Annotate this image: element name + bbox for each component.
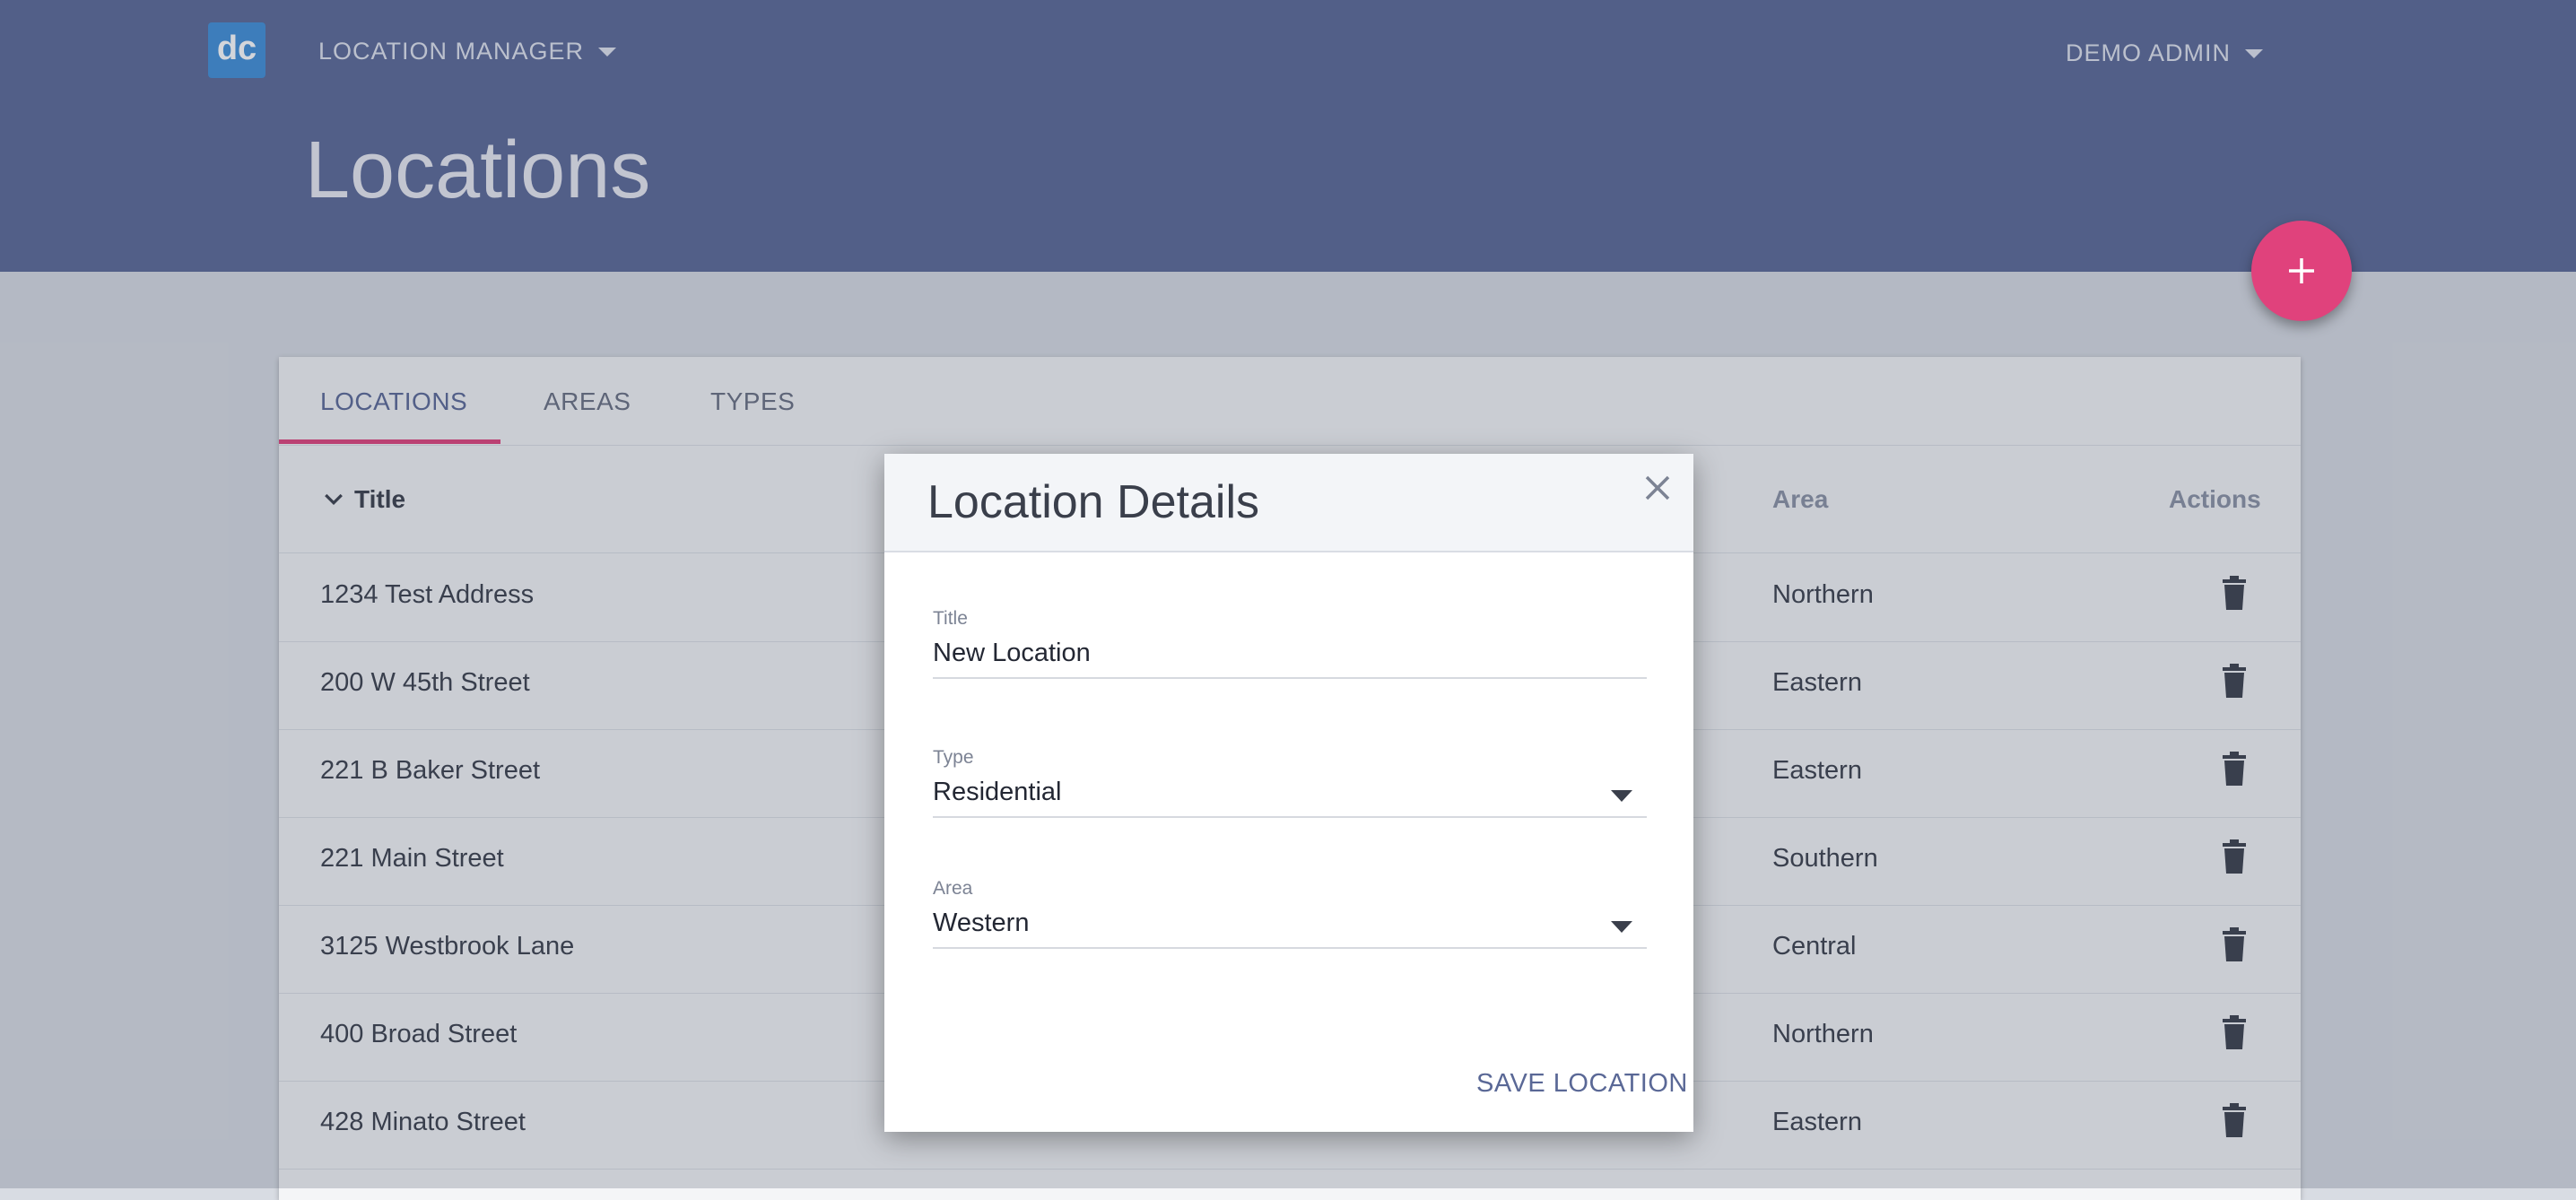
area-field-label: Area [933, 878, 973, 899]
dropdown-arrow-icon [1611, 790, 1632, 802]
dialog-header: Location Details [884, 454, 1693, 552]
title-input[interactable]: New Location [933, 639, 1647, 679]
type-select[interactable]: Residential [933, 778, 1647, 818]
area-field[interactable]: Area Western [933, 878, 1647, 949]
title-field-label: Title [933, 608, 968, 629]
dropdown-arrow-icon [1611, 921, 1632, 933]
type-field[interactable]: Type Residential [933, 747, 1647, 818]
location-details-dialog: Location Details Title New Location Type… [884, 454, 1693, 1132]
close-icon[interactable] [1641, 472, 1674, 509]
plus-icon [2289, 258, 2314, 283]
title-field[interactable]: Title New Location [933, 608, 1647, 679]
type-field-label: Type [933, 747, 974, 768]
area-select-value: Western [933, 909, 1030, 937]
dialog-title: Location Details [927, 476, 1259, 528]
area-select[interactable]: Western [933, 909, 1647, 949]
add-location-button[interactable] [2251, 221, 2352, 321]
type-select-value: Residential [933, 778, 1062, 806]
save-location-button[interactable]: SAVE LOCATION [1476, 1069, 1688, 1099]
